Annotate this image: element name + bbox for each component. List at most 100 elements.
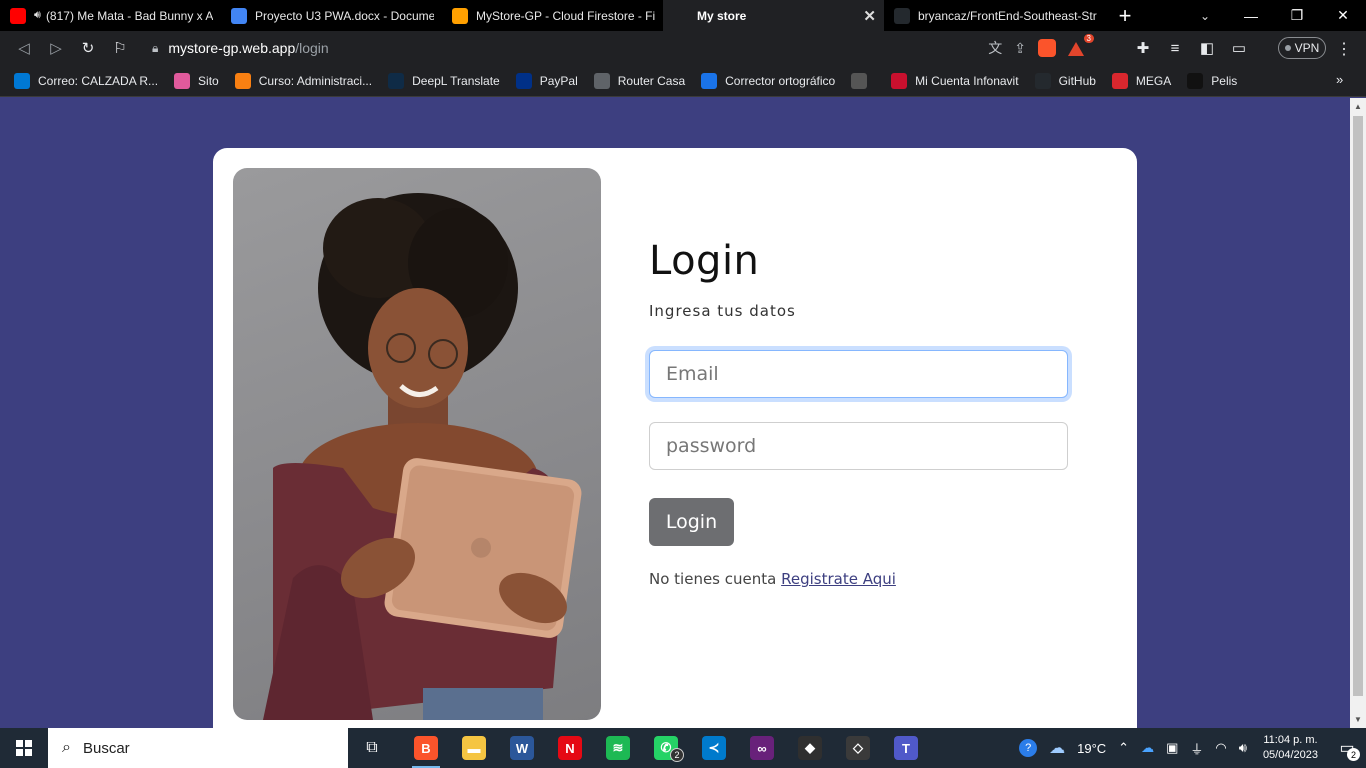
weather-icon[interactable]: ☁ (1049, 738, 1065, 758)
help-icon[interactable]: ? (1019, 739, 1038, 757)
scrollbar-thumb[interactable] (1353, 116, 1363, 696)
file-explorer-icon[interactable]: ▬ (450, 728, 498, 768)
browser-tab[interactable]: Proyecto U3 PWA.docx - Documen (221, 0, 442, 31)
pelis-icon (1187, 72, 1204, 89)
tab-search-icon[interactable]: ⌄ (1190, 0, 1220, 31)
infonavit-icon (891, 72, 908, 89)
bookmark-item[interactable] (851, 72, 875, 89)
brave-rewards-icon[interactable]: 3 (1068, 34, 1094, 56)
browser-toolbar: ◁ ▷ ↻ ⚐ 🔒︎ mystore-gp.web.app/login 文 ⇪ … (0, 31, 1366, 65)
youtube-icon (10, 7, 26, 24)
forward-icon[interactable]: ▷ (40, 33, 72, 63)
wallet-icon[interactable]: ▭ (1230, 39, 1248, 57)
extensions-icon[interactable]: ✚ (1134, 39, 1152, 57)
word-icon[interactable]: W (498, 728, 546, 768)
app-glyph: T (894, 736, 918, 760)
windows-taskbar: ⌕ Buscar ⧉ B ▬ W N ≋ ✆ 2 ≺ ∞ ◆ ◇ T ? ☁ 19°C ⌃ ☁ ▣ ⏚… (0, 728, 1366, 768)
address-bar-actions: 文 ⇪ 3 (988, 34, 1094, 62)
meet-icon[interactable]: ▣ (1166, 740, 1178, 756)
browser-tab[interactable]: MyStore-GP - Cloud Firestore - Fir (442, 0, 663, 31)
page-scrollbar[interactable]: ▲ ▼ (1350, 98, 1366, 728)
speaker-icon[interactable]: 🔊︎ (34, 9, 41, 22)
wifi-icon[interactable]: ◠ (1215, 740, 1226, 756)
whatsapp-icon[interactable]: ✆ 2 (642, 728, 690, 768)
bookmark-item[interactable]: Mi Cuenta Infonavit (891, 72, 1019, 89)
netflix-icon[interactable]: N (546, 728, 594, 768)
back-icon[interactable]: ◁ (8, 33, 40, 63)
tab-title: My store (697, 8, 747, 23)
more-bookmarks-icon[interactable]: » (1336, 72, 1348, 87)
close-tab-icon[interactable]: ✕ (863, 7, 876, 25)
volume-icon[interactable]: 🔊︎ (1239, 740, 1247, 756)
app-icon[interactable]: ◆ (786, 728, 834, 768)
paypal-icon (515, 72, 532, 89)
spotify-icon[interactable]: ≋ (594, 728, 642, 768)
share-icon[interactable]: ⇪ (1014, 40, 1026, 57)
browser-tab[interactable]: bryancaz/FrontEnd-Southeast-Stre (884, 0, 1105, 31)
temperature[interactable]: 19°C (1077, 741, 1106, 756)
bookmark-item[interactable]: PayPal (515, 72, 578, 89)
app-glyph: W (510, 736, 534, 760)
browser-tab[interactable]: 🔊︎ (817) Me Mata - Bad Bunny x A (0, 0, 221, 31)
email-input[interactable] (649, 350, 1068, 398)
bookmark-label: Pelis (1211, 73, 1238, 88)
vpn-button[interactable]: VPN (1278, 37, 1326, 59)
brave-shields-icon[interactable] (1038, 39, 1056, 57)
close-window-icon[interactable]: ✕ (1320, 0, 1366, 31)
task-view-icon[interactable]: ⧉ (348, 728, 396, 768)
bookmark-item[interactable]: Pelis (1187, 72, 1238, 89)
firebase-icon (452, 7, 468, 24)
visual-studio-icon[interactable]: ∞ (738, 728, 786, 768)
address-bar[interactable]: 🔒︎ mystore-gp.web.app/login 文 ⇪ 3 (142, 34, 1094, 62)
lock-icon: 🔒︎ (152, 40, 159, 55)
login-title: Login (649, 238, 760, 284)
scroll-down-icon[interactable]: ▼ (1354, 715, 1362, 724)
deepl-icon (388, 72, 405, 89)
woman-with-tablet-illustration (263, 193, 582, 720)
angular-icon (673, 7, 689, 24)
register-link[interactable]: Registrate Aqui (781, 570, 896, 588)
playlist-icon[interactable]: ≡ (1166, 40, 1184, 57)
app-glyph: ◆ (798, 736, 822, 760)
minimize-icon[interactable]: — (1228, 0, 1274, 31)
taskbar-search-label: Buscar (82, 739, 130, 757)
restore-icon[interactable]: ❐ (1274, 0, 1320, 31)
reload-icon[interactable]: ↻ (72, 33, 104, 63)
onedrive-icon[interactable]: ☁ (1141, 740, 1154, 756)
register-text: No tienes cuenta (649, 570, 777, 588)
taskbar-search[interactable]: ⌕ Buscar (48, 728, 348, 768)
app-glyph: ▬ (462, 736, 486, 760)
bookmark-item[interactable]: MEGA (1111, 72, 1171, 89)
bookmark-icon[interactable]: ⚐ (104, 33, 136, 63)
bookmark-item[interactable]: Correo: CALZADA R... (14, 72, 159, 89)
bookmark-item[interactable]: GitHub (1034, 72, 1096, 89)
start-button[interactable] (0, 728, 48, 768)
notifications-button[interactable]: ▭ 2 (1328, 728, 1366, 768)
bookmark-label: Correo: CALZADA R... (38, 73, 159, 88)
usb-icon[interactable]: ⏚ (1190, 739, 1203, 758)
tray-expand-icon[interactable]: ⌃ (1118, 740, 1129, 756)
sidebar-icon[interactable]: ◧ (1198, 39, 1216, 57)
unity-icon[interactable]: ◇ (834, 728, 882, 768)
url-path: /login (295, 40, 329, 56)
menu-icon[interactable]: ⋮ (1336, 39, 1352, 59)
bookmark-label: Corrector ortográfico (725, 73, 836, 88)
password-input[interactable] (649, 422, 1068, 470)
brave-icon[interactable]: B (402, 728, 450, 768)
bookmark-item[interactable]: Curso: Administraci... (234, 72, 372, 89)
vpn-status-icon (1284, 45, 1291, 51)
bookmark-item[interactable]: Sito (174, 72, 219, 89)
scroll-up-icon[interactable]: ▲ (1354, 102, 1362, 111)
translate-icon[interactable]: 文 (988, 38, 1002, 58)
login-button[interactable]: Login (649, 498, 734, 546)
url-host: mystore-gp.web.app (168, 40, 296, 56)
mega-icon (1111, 72, 1128, 89)
teams-icon[interactable]: T (882, 728, 930, 768)
bookmark-item[interactable]: Router Casa (593, 72, 685, 89)
clock[interactable]: 11:04 p. m. 05/04/2023 (1263, 733, 1318, 763)
browser-tab[interactable]: My store ✕ (663, 0, 884, 31)
bookmark-item[interactable]: Corrector ortográfico (701, 72, 836, 89)
vscode-icon[interactable]: ≺ (690, 728, 738, 768)
new-tab-icon[interactable]: + (1105, 0, 1145, 31)
bookmark-item[interactable]: DeepL Translate (388, 72, 500, 89)
